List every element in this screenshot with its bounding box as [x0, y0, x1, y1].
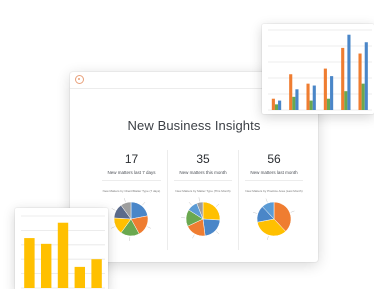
- pie-chart-last-month: [253, 198, 295, 240]
- pie-leader-line-1: [215, 203, 220, 207]
- kpi-rule: [173, 180, 233, 181]
- bar-3: [57, 222, 69, 288]
- bar-series-1-1: [271, 98, 275, 110]
- pie-chart-caption: New Matters by Matter Type (This Month): [175, 189, 231, 193]
- app-logo-icon: [75, 75, 84, 84]
- bar-series-2-1: [274, 104, 279, 110]
- bar-series-3-3: [312, 85, 316, 110]
- pie-leader-line-2: [215, 231, 220, 235]
- kpi-value: 35: [196, 152, 210, 166]
- bar-series-1-4: [323, 68, 327, 110]
- pie-leader-line-3: [253, 212, 257, 214]
- pie-leader-line-5: [188, 201, 192, 206]
- bar-series-1-3: [306, 83, 310, 110]
- bar-series-1-2: [289, 74, 293, 110]
- bar-5: [91, 259, 102, 288]
- pie-leader-line-4: [265, 198, 268, 203]
- bar-series-1-6: [358, 53, 362, 110]
- bar-series-3-2: [295, 89, 299, 110]
- kpi-caption: New matters this month: [179, 170, 227, 175]
- bar-1: [24, 238, 35, 288]
- pie-chart-this-month: [181, 197, 221, 239]
- kpi-value: 17: [124, 152, 139, 166]
- grouped-bar-chart-card: [262, 24, 374, 114]
- pie-slice-1: [202, 201, 221, 221]
- pie-leader-line-6: [198, 197, 200, 202]
- pie-leader-line-1: [290, 210, 295, 213]
- pie-slice-2: [202, 218, 221, 237]
- kpi-caption: New matters last 7 days: [107, 170, 156, 175]
- bar-series-3-4: [330, 76, 334, 110]
- bar-series-3-1: [278, 100, 282, 110]
- bar-2: [40, 243, 52, 288]
- pie-chart-caption: New Matters by Practice Area (Last Month…: [245, 189, 303, 193]
- pie-leader-line-2: [267, 236, 269, 240]
- bar-chart: [21, 215, 105, 289]
- kpi-panel-this-month[interactable]: 35 New matters this month New Matters by…: [168, 147, 238, 257]
- kpi-rule: [101, 180, 162, 181]
- bar-chart-card: [15, 208, 108, 289]
- bar-series-2-4: [326, 98, 331, 110]
- bar-series-1-5: [341, 47, 345, 110]
- kpi-caption: New matters last month: [250, 170, 298, 175]
- bar-series-2-3: [309, 100, 313, 110]
- pie-leader-line-2: [147, 226, 151, 229]
- pie-leader-line-3: [192, 234, 195, 239]
- kpi-rule: [244, 180, 304, 181]
- grouped-bar-chart: [268, 29, 372, 111]
- marketing-illustration: New Business Insights 17 New matters las…: [0, 0, 374, 289]
- page-title: New Business Insights: [127, 118, 261, 133]
- bar-series-2-2: [292, 96, 296, 110]
- bar-series-2-6: [361, 83, 365, 110]
- bar-series-3-5: [347, 34, 351, 110]
- pie-chart-caption: New Matters by Client/Matter Type (7 day…: [102, 189, 161, 193]
- bar-series-3-6: [364, 42, 368, 110]
- pie-leader-line-4: [111, 226, 115, 229]
- kpi-value: 56: [267, 152, 281, 166]
- pie-leader-line-6: [124, 198, 126, 202]
- kpi-panel-last-month[interactable]: 56 New matters last month New Matters by…: [239, 147, 309, 257]
- bar-series-2-5: [344, 91, 348, 110]
- bar-4: [74, 266, 86, 288]
- pie-leader-line-5: [111, 208, 116, 211]
- pie-leader-line-1: [142, 201, 146, 206]
